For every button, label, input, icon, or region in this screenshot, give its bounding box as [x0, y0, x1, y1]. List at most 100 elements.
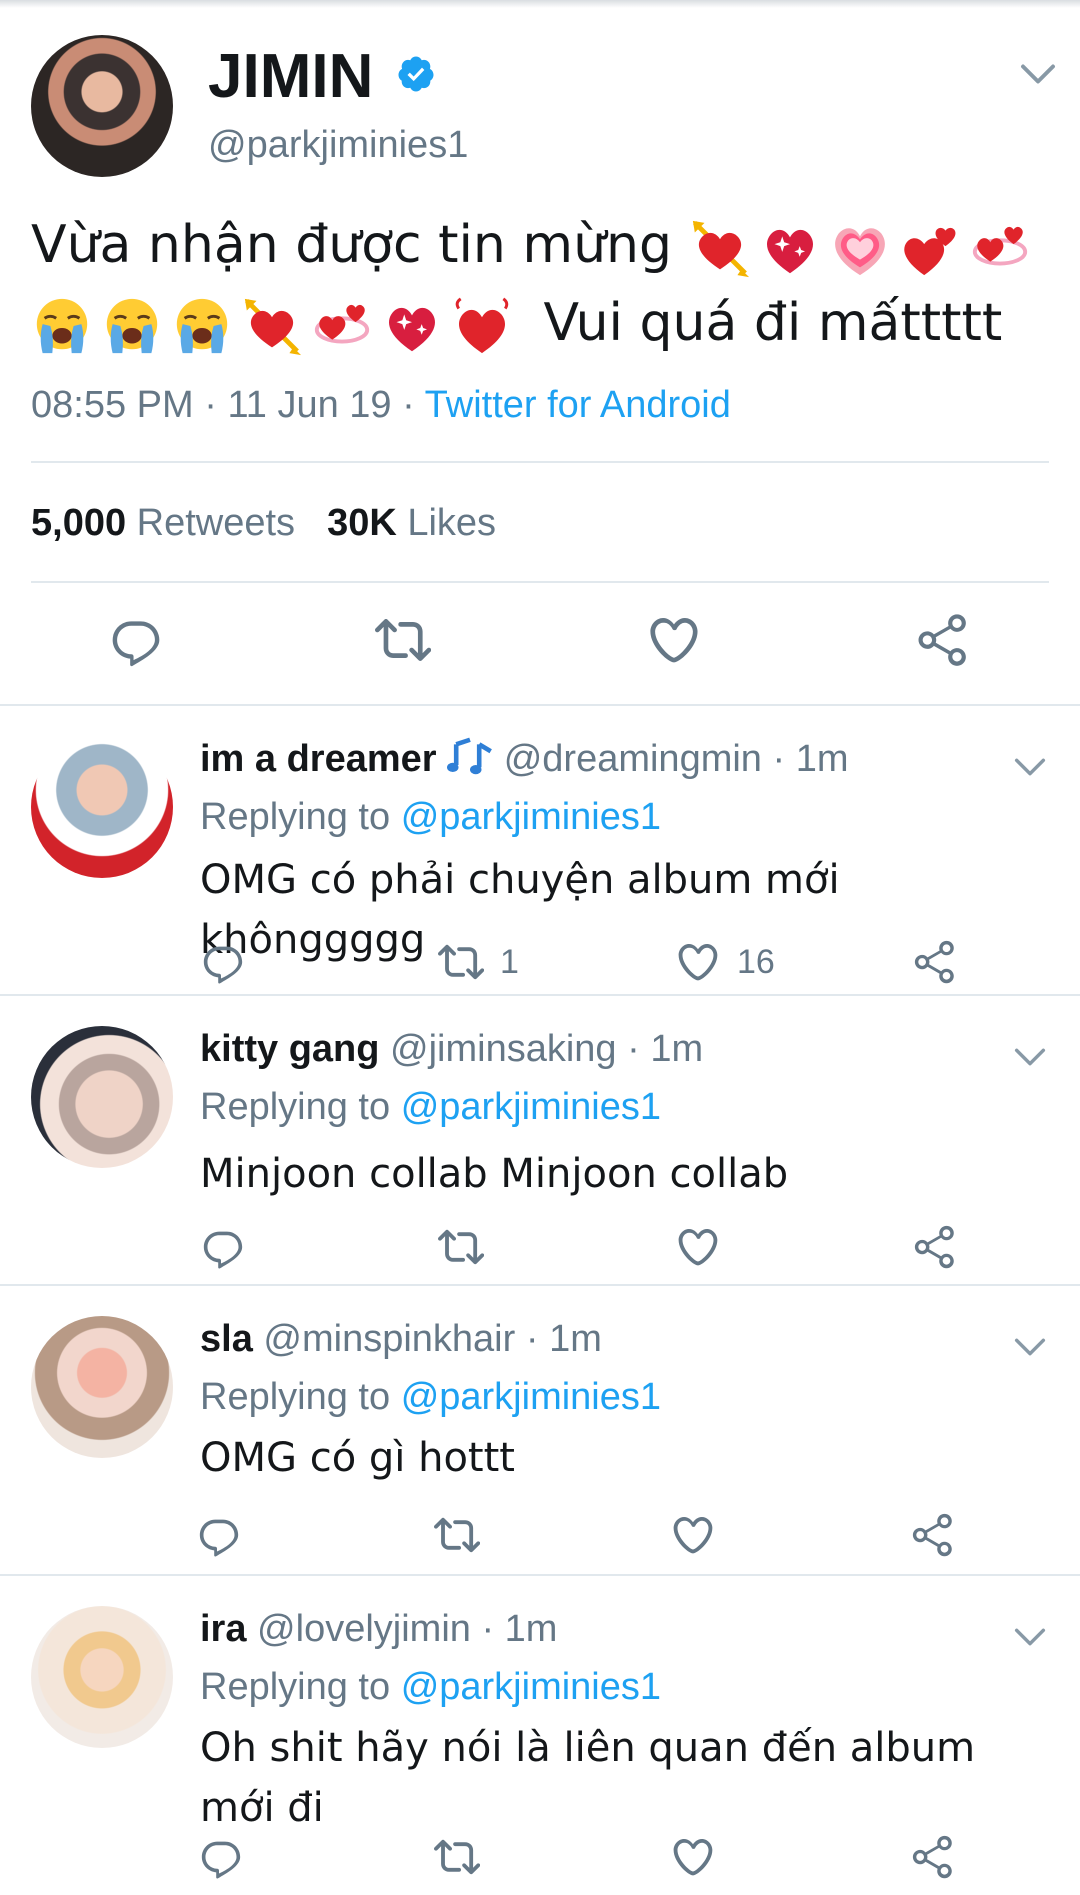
like-button[interactable]: [670, 1512, 732, 1558]
chevron-down-icon[interactable]: [1014, 1336, 1046, 1358]
revolving-hearts-emoji-icon: [311, 295, 373, 357]
verified-badge-icon: [398, 56, 434, 92]
reply-display-name[interactable]: kitty gang: [200, 1028, 379, 1070]
share-button[interactable]: [912, 1224, 958, 1270]
avatar[interactable]: [31, 1026, 173, 1168]
reply-icon: [196, 1512, 242, 1558]
reply-display-name[interactable]: sla: [200, 1318, 253, 1360]
reply-handle[interactable]: @dreamingmin: [504, 738, 762, 780]
like-count: 16: [737, 942, 775, 981]
reply-time: 1m: [650, 1028, 704, 1070]
retweet-button[interactable]: [434, 1834, 496, 1880]
tweet-source-link[interactable]: Twitter for Android: [425, 384, 731, 426]
revolving-hearts-emoji-icon: [969, 217, 1031, 279]
emoji-group-1: [689, 217, 1031, 279]
like-button[interactable]: [675, 1224, 737, 1270]
divider: [31, 461, 1049, 463]
reply-handle[interactable]: @jiminsaking: [390, 1028, 617, 1070]
main-display-name[interactable]: JIMIN: [208, 42, 373, 112]
reply-display-name[interactable]: ira: [200, 1608, 246, 1650]
share-button[interactable]: [912, 939, 958, 985]
chevron-down-icon[interactable]: [1014, 1046, 1046, 1068]
chevron-down-icon[interactable]: [1014, 1626, 1046, 1648]
main-tweet-actions: [0, 612, 1080, 672]
reply-handle[interactable]: @lovelyjimin: [257, 1608, 471, 1650]
retweet-button[interactable]: [438, 1224, 500, 1270]
retweet-button[interactable]: [434, 1512, 496, 1558]
share-icon: [910, 1512, 956, 1558]
reply-button[interactable]: [200, 1224, 246, 1270]
likes-stat[interactable]: 30K Likes: [327, 502, 496, 544]
share-button[interactable]: [910, 1834, 956, 1880]
loudly-crying-face-emoji-icon: [171, 295, 233, 357]
reply-icon: [198, 1834, 244, 1880]
retweets-count: 5,000: [31, 502, 127, 544]
reply-icon: [200, 1224, 246, 1270]
reply-handle[interactable]: @minspinkhair: [263, 1318, 515, 1360]
reply-header: im a dreamer @dreamingmin · 1m: [200, 737, 849, 780]
chevron-down-icon[interactable]: [1014, 756, 1046, 778]
sparkling-heart-emoji-icon: [381, 295, 443, 357]
beating-heart-emoji-icon: [451, 295, 513, 357]
replying-to: Replying to @parkjiminies1: [200, 792, 661, 842]
reply-tweet[interactable]: im a dreamer @dreamingmin · 1m Replying …: [0, 706, 1080, 994]
share-icon: [912, 939, 958, 985]
main-avatar[interactable]: [31, 35, 173, 177]
reply-tweet[interactable]: ira @lovelyjimin · 1m Replying to @parkj…: [0, 1576, 1080, 1895]
retweet-icon: [438, 1224, 484, 1270]
chevron-down-icon[interactable]: [1020, 62, 1056, 86]
tweet-date: 11 Jun 19: [227, 384, 392, 426]
reply-text: OMG có gì hottt: [200, 1435, 515, 1481]
reply-icon[interactable]: [108, 612, 164, 668]
two-hearts-emoji-icon: [899, 217, 961, 279]
like-button[interactable]: 16: [675, 939, 775, 985]
reply-button[interactable]: [200, 939, 246, 985]
replying-label: Replying to: [200, 1666, 391, 1708]
share-icon: [910, 1834, 956, 1880]
mention-link[interactable]: @parkjiminies1: [401, 1376, 661, 1418]
reply-actions: [0, 1224, 1080, 1274]
retweets-label: Retweets: [136, 502, 296, 544]
retweet-icon: [434, 1834, 480, 1880]
emoji-group-2: [31, 295, 513, 357]
like-button[interactable]: [670, 1834, 732, 1880]
avatar[interactable]: [31, 1606, 173, 1748]
reply-icon: [200, 939, 246, 985]
share-icon[interactable]: [915, 612, 971, 668]
mention-link[interactable]: @parkjiminies1: [401, 796, 661, 838]
retweet-icon[interactable]: [375, 612, 431, 668]
mention-link[interactable]: @parkjiminies1: [401, 1086, 661, 1128]
tweet-stats: 5,000 Retweets 30K Likes: [31, 498, 496, 548]
like-icon[interactable]: [646, 612, 702, 668]
retweets-stat[interactable]: 5,000 Retweets: [31, 502, 295, 544]
top-shadow: [0, 0, 1080, 8]
growing-heart-emoji-icon: [829, 217, 891, 279]
tweet-meta: 08:55 PM · 11 Jun 19 · Twitter for Andro…: [31, 384, 731, 426]
share-icon: [912, 1224, 958, 1270]
reply-tweet[interactable]: sla @minspinkhair · 1m Replying to @park…: [0, 1286, 1080, 1574]
mention-link[interactable]: @parkjiminies1: [401, 1666, 661, 1708]
loudly-crying-face-emoji-icon: [101, 295, 163, 357]
avatar[interactable]: [31, 736, 173, 878]
sparkling-heart-emoji-icon: [759, 217, 821, 279]
avatar[interactable]: [31, 1316, 173, 1458]
reply-button[interactable]: [198, 1834, 244, 1880]
reply-header: kitty gang @jiminsaking · 1m: [200, 1028, 704, 1070]
main-handle[interactable]: @parkjiminies1: [208, 120, 468, 170]
reply-display-name[interactable]: im a dreamer: [200, 738, 437, 780]
reply-text: Oh shit hãy nói là liên quan đến album m…: [200, 1725, 976, 1831]
reply-time: 1m: [795, 738, 849, 780]
share-button[interactable]: [910, 1512, 956, 1558]
reply-actions: 1 16: [0, 939, 1080, 989]
like-icon: [675, 1224, 721, 1270]
replying-to: Replying to @parkjiminies1: [200, 1082, 661, 1132]
musical-notes-emoji-icon: [447, 737, 493, 775]
reply-button[interactable]: [196, 1512, 242, 1558]
heart-with-arrow-emoji-icon: [689, 217, 751, 279]
reply-text: Minjoon collab Minjoon collab: [200, 1151, 789, 1197]
reply-header: ira @lovelyjimin · 1m: [200, 1608, 558, 1650]
reply-tweet[interactable]: kitty gang @jiminsaking · 1m Replying to…: [0, 996, 1080, 1284]
likes-count: 30K: [327, 502, 397, 544]
retweet-button[interactable]: 1: [438, 939, 519, 985]
divider: [31, 581, 1049, 583]
